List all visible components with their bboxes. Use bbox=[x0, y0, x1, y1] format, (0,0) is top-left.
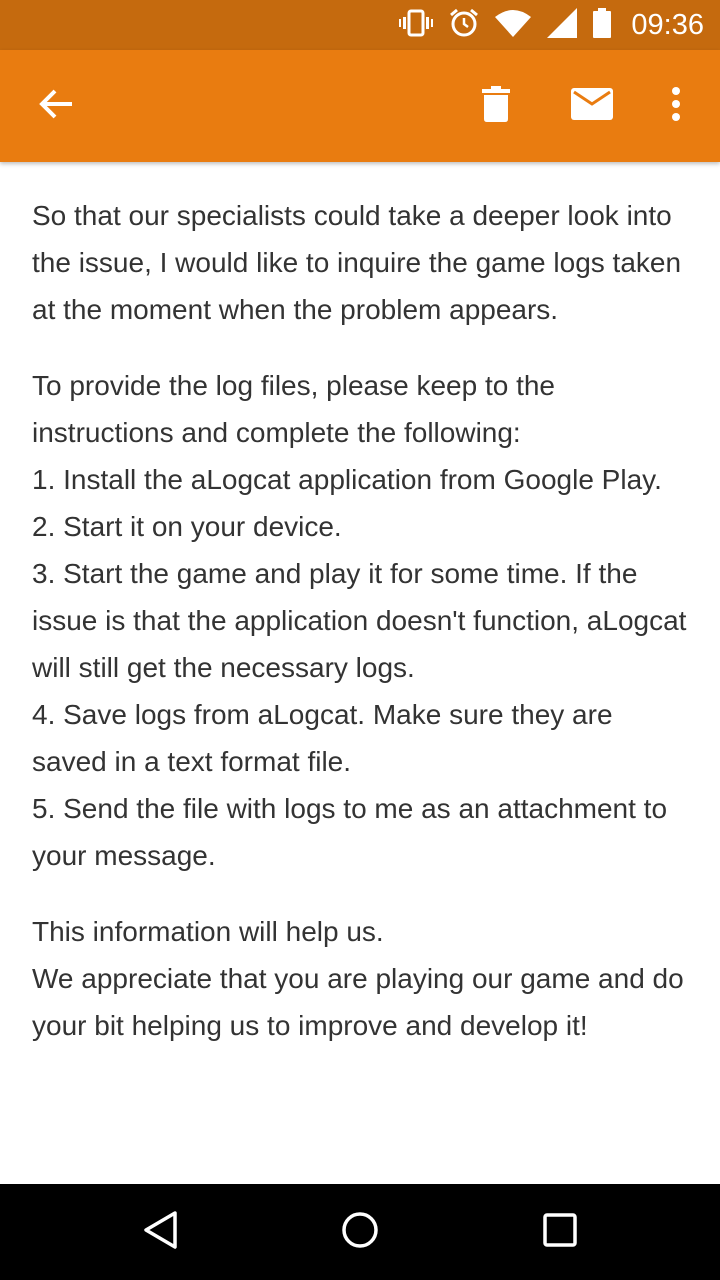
battery-icon bbox=[593, 8, 612, 42]
more-options-button[interactable] bbox=[636, 50, 716, 162]
nav-back-icon bbox=[142, 1210, 178, 1254]
signal-icon bbox=[547, 8, 578, 42]
message-paragraph: To provide the log files, please keep to… bbox=[32, 362, 692, 879]
back-arrow-icon bbox=[38, 88, 74, 124]
delete-button[interactable] bbox=[456, 50, 536, 162]
message-line: 5. Send the file with logs to me as an a… bbox=[32, 793, 668, 871]
message-line: 1. Install the aLogcat application from … bbox=[32, 464, 662, 495]
message-line: To provide the log files, please keep to… bbox=[32, 370, 556, 448]
message-line: We appreciate that you are playing our g… bbox=[32, 963, 684, 1041]
status-bar: 09:36 bbox=[0, 0, 720, 50]
delete-icon bbox=[482, 86, 510, 126]
mail-icon bbox=[571, 88, 613, 124]
wifi-icon bbox=[495, 9, 532, 41]
message-line: 3. Start the game and play it for some t… bbox=[32, 558, 687, 683]
status-icons: 09:36 bbox=[399, 0, 704, 50]
message-line: 2. Start it on your device. bbox=[32, 511, 342, 542]
status-time: 09:36 bbox=[631, 8, 704, 41]
nav-home-button[interactable] bbox=[310, 1184, 410, 1280]
more-vert-icon bbox=[671, 87, 681, 125]
vibrate-icon bbox=[399, 9, 434, 41]
message-paragraph: So that our specialists could take a dee… bbox=[32, 192, 692, 333]
back-button[interactable] bbox=[16, 50, 96, 162]
app-bar bbox=[0, 50, 720, 162]
nav-recents-icon bbox=[543, 1213, 577, 1251]
navigation-bar bbox=[0, 1184, 720, 1280]
message-paragraph: This information will help us. We apprec… bbox=[32, 908, 692, 1049]
mail-button[interactable] bbox=[552, 50, 632, 162]
message-line: So that our specialists could take a dee… bbox=[32, 200, 682, 325]
message-line: 4. Save logs from aLogcat. Make sure the… bbox=[32, 699, 613, 777]
nav-home-icon bbox=[341, 1211, 379, 1253]
message-body: So that our specialists could take a dee… bbox=[32, 192, 692, 1078]
alarm-icon bbox=[449, 8, 479, 42]
message-line: This information will help us. bbox=[32, 916, 384, 947]
nav-back-button[interactable] bbox=[110, 1184, 210, 1280]
nav-recents-button[interactable] bbox=[510, 1184, 610, 1280]
